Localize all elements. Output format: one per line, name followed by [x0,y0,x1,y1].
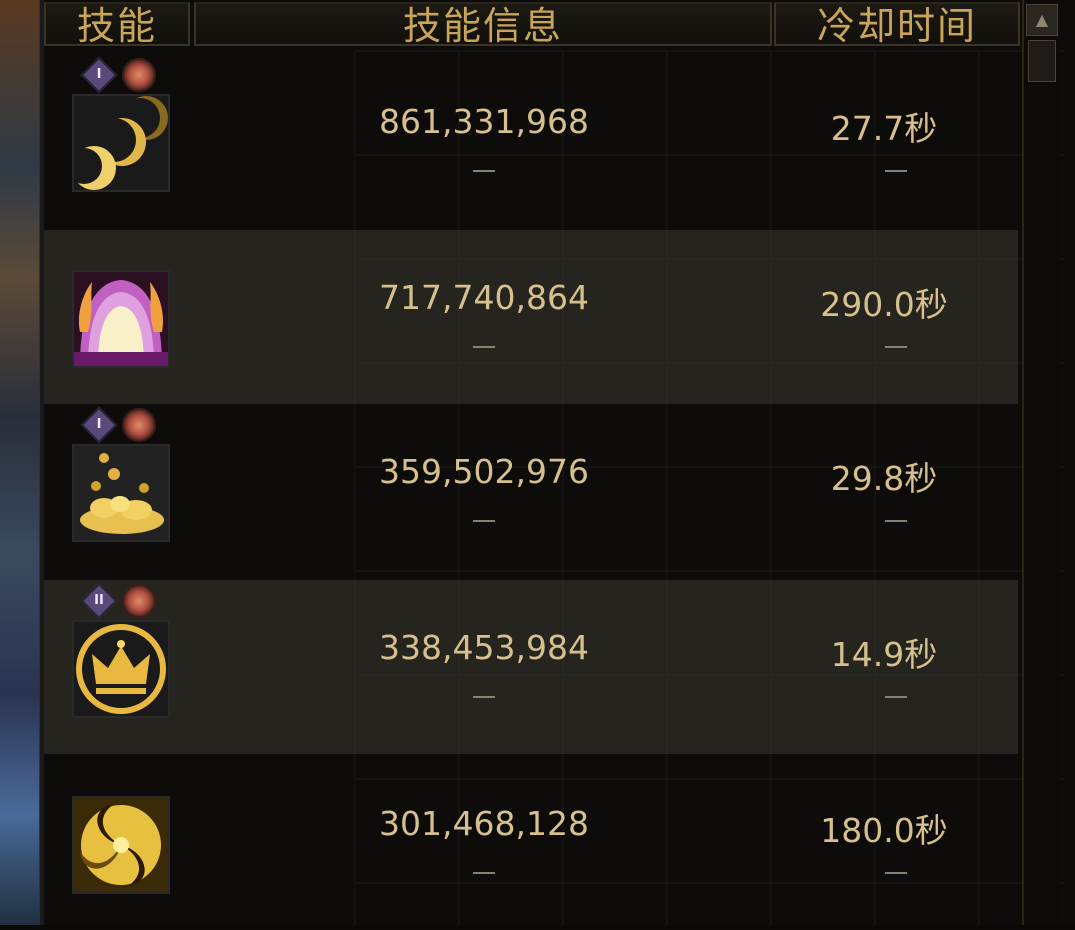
info-divider [473,696,495,698]
info-divider [473,520,495,522]
swirl-badge-icon [122,408,156,442]
triple-moon-icon[interactable] [72,94,170,192]
cooldown-value: 27.7秒 [830,109,938,148]
crown-emblem-icon[interactable] [72,620,170,718]
skill-row[interactable]: I 861,331,968 27.7秒 [44,54,1018,228]
damage-value: 301,468,128 [379,804,589,843]
skill-badges: I [80,56,156,94]
skill-row[interactable]: 301,468,128 180.0秒 [44,756,1018,930]
header-cooldown[interactable]: 冷却时间 [774,2,1020,48]
cooldown-divider [885,170,907,172]
gold-splash-icon[interactable] [72,444,170,542]
skill-damage-panel: 技能 技能信息 冷却时间 I 861,331,968 27.7秒 717,740… [44,0,1075,925]
cooldown-value: 180.0秒 [820,811,948,850]
skill-badges: II [80,582,156,620]
swirl-badge-icon [122,58,156,92]
header-skill-info[interactable]: 技能信息 [194,2,772,48]
awakening-badge-icon: II [80,582,118,620]
cooldown-divider [885,696,907,698]
cooldown-value: 14.9秒 [830,635,938,674]
damage-value: 717,740,864 [379,278,589,317]
damage-value: 359,502,976 [379,452,589,491]
game-backdrop-strip [0,0,44,925]
swirl-badge-icon [122,584,156,618]
golden-vortex-icon[interactable] [72,796,170,894]
damage-value: 338,453,984 [379,628,589,667]
info-divider [473,872,495,874]
skill-row[interactable]: I 359,502,976 29.8秒 [44,404,1018,578]
awakening-badge-icon: I [80,406,118,444]
awakening-badge-icon: I [80,56,118,94]
cooldown-divider [885,520,907,522]
vertical-scrollbar[interactable]: ▲ [1022,0,1060,925]
header-skill[interactable]: 技能 [44,2,190,48]
cooldown-value: 29.8秒 [830,459,938,498]
skill-row[interactable]: 717,740,864 290.0秒 [44,230,1018,404]
scroll-thumb[interactable] [1028,40,1056,82]
cooldown-divider [885,346,907,348]
flame-gate-icon[interactable] [72,270,170,368]
cooldown-divider [885,872,907,874]
skill-row[interactable]: II 338,453,984 14.9秒 [44,580,1018,754]
scroll-up-icon[interactable]: ▲ [1026,4,1058,36]
table-header: 技能 技能信息 冷却时间 [44,0,1020,48]
cooldown-value: 290.0秒 [820,285,948,324]
info-divider [473,346,495,348]
damage-value: 861,331,968 [379,102,589,141]
info-divider [473,170,495,172]
skill-badges: I [80,406,156,444]
